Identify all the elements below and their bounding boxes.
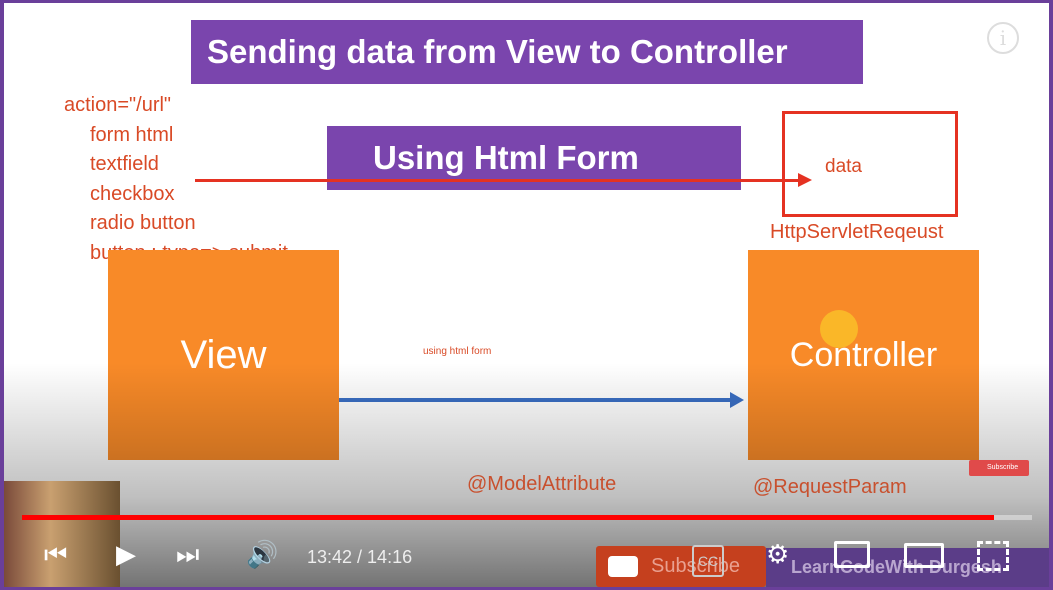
youtube-play-icon (608, 556, 638, 577)
arrow-label: using html form (423, 346, 492, 357)
time-display: 13:42 / 14:16 (307, 547, 413, 567)
presenter-webcam (4, 481, 120, 587)
request-param-label: @RequestParam (753, 476, 907, 498)
cursor-highlight (820, 310, 858, 348)
subscribe-watermark-button[interactable]: Subscribe (596, 546, 766, 587)
model-attribute-label: @ModelAttribute (467, 473, 617, 495)
list-item: action="/url" (64, 94, 172, 116)
list-item: checkbox (90, 182, 175, 205)
captions-icon[interactable]: CC (692, 545, 725, 577)
http-request-label: HttpServletReqeust (770, 221, 944, 243)
list-item: textfield (90, 153, 159, 175)
volume-icon[interactable]: 🔊 (246, 541, 278, 567)
progress-played (22, 515, 994, 520)
play-icon[interactable]: ▶ (116, 541, 136, 567)
video-frame[interactable]: Sending data from View to Controller Usi… (4, 3, 1049, 587)
miniplayer-icon[interactable] (834, 541, 870, 568)
red-arrow-line (195, 179, 800, 182)
blue-arrow-line (339, 398, 732, 402)
previous-icon[interactable]: ⏮ (44, 541, 67, 567)
next-icon[interactable]: ⏭ (176, 541, 199, 567)
fullscreen-icon[interactable] (977, 541, 1009, 571)
info-icon[interactable]: i (987, 22, 1019, 54)
controller-box: Controller (748, 250, 979, 460)
theater-mode-icon[interactable] (904, 543, 944, 568)
data-box: data (782, 111, 958, 217)
blue-arrow-head (730, 392, 744, 408)
list-item: radio button (90, 212, 196, 234)
list-item: form html (90, 123, 174, 146)
slide-title: Sending data from View to Controller (191, 20, 863, 84)
subscribe-small-button[interactable]: Subscribe (969, 460, 1029, 476)
settings-gear-icon[interactable]: ⚙ (766, 541, 789, 567)
view-box: View (108, 250, 339, 460)
red-arrow-head (798, 173, 812, 187)
